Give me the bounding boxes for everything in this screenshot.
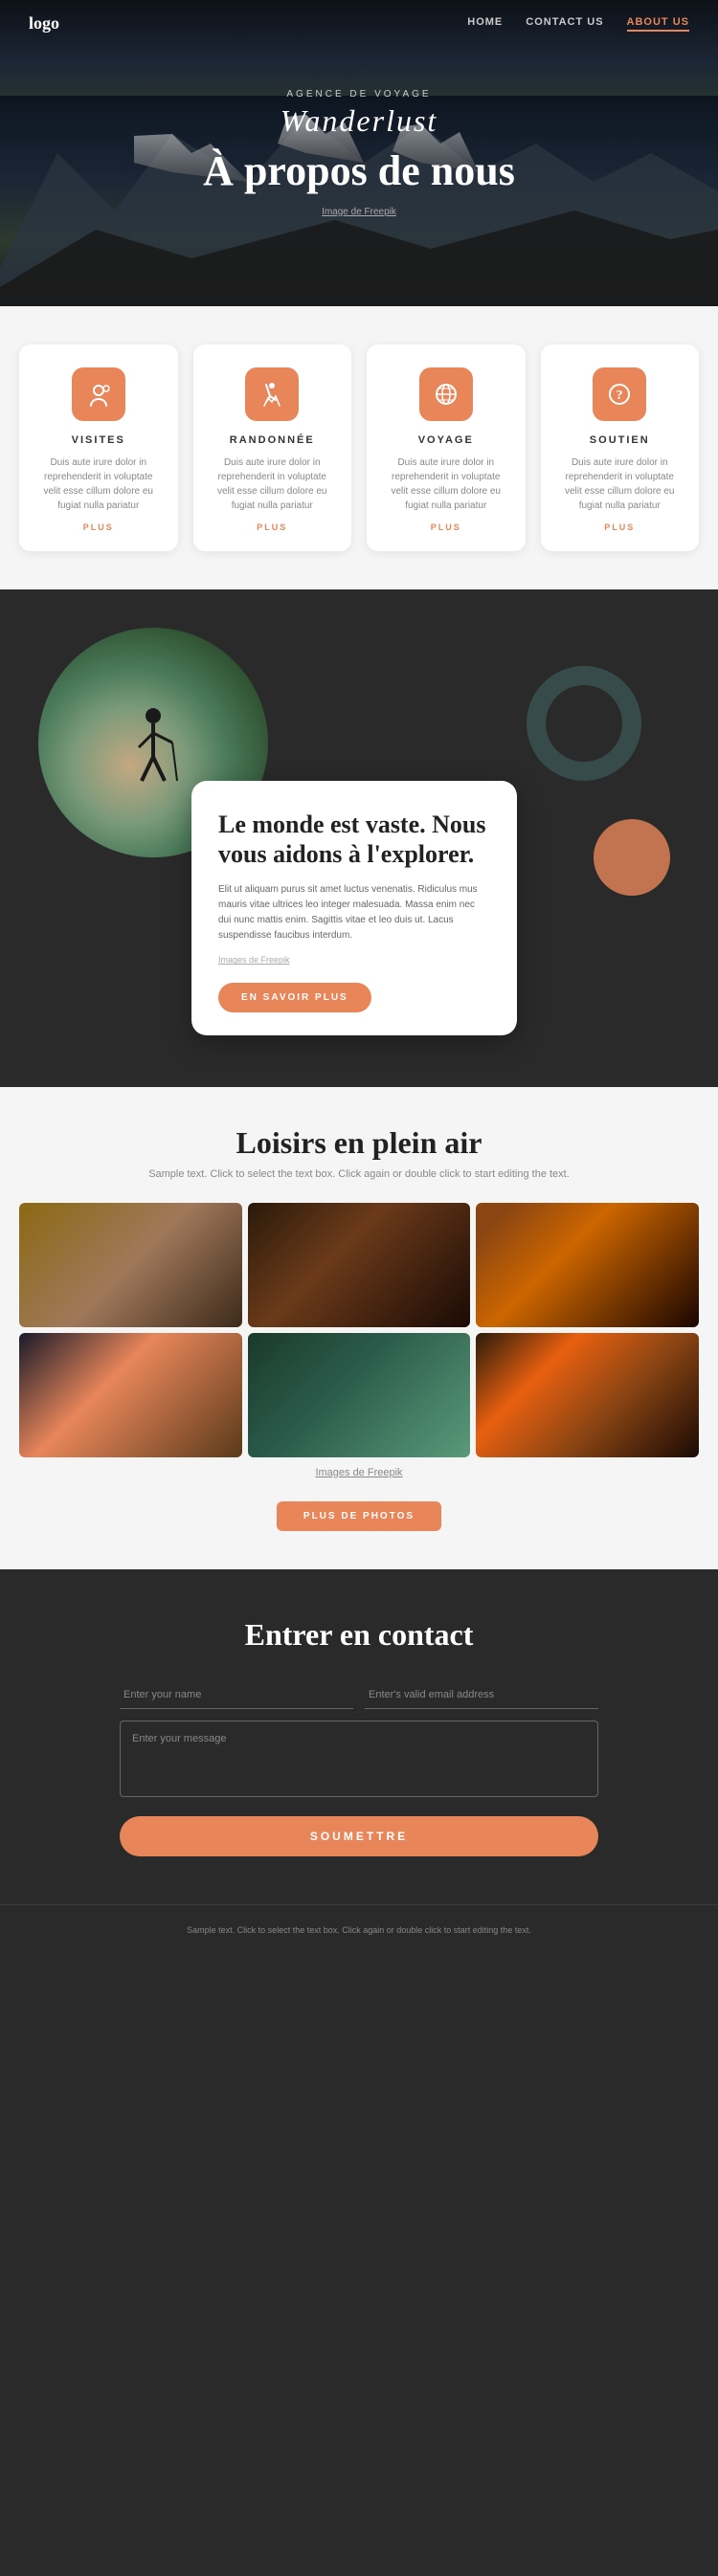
hero-agency-label: AGENCE DE VOYAGE	[203, 89, 515, 100]
submit-button[interactable]: SOUMETTRE	[120, 1816, 598, 1856]
card-randonnee-text: Duis aute irure dolor in reprehenderit i…	[209, 455, 337, 513]
card-soutien-link[interactable]: PLUS	[556, 522, 684, 532]
nav-about[interactable]: ABOUT US	[627, 16, 689, 32]
photo-6	[476, 1333, 699, 1457]
photo-2	[248, 1203, 471, 1327]
card-voyage-text: Duis aute irure dolor in reprehenderit i…	[382, 455, 510, 513]
nav-contact[interactable]: CONTACT US	[526, 16, 603, 32]
voyage-icon	[419, 367, 473, 421]
name-input[interactable]	[120, 1681, 353, 1709]
footer: Sample text. Click to select the text bo…	[0, 1904, 718, 1966]
card-visites-title: VISITES	[34, 434, 163, 446]
soutien-icon: ?	[593, 367, 646, 421]
photo-5	[248, 1333, 471, 1457]
card-voyage-title: VOYAGE	[382, 434, 510, 446]
contact-title: Entrer en contact	[29, 1617, 689, 1653]
card-voyage-link[interactable]: PLUS	[382, 522, 510, 532]
card-voyage: VOYAGE Duis aute irure dolor in reprehen…	[367, 344, 526, 551]
explore-card: Le monde est vaste. Nous vous aidons à l…	[191, 781, 517, 1035]
hero-title: À propos de nous	[203, 148, 515, 194]
deco-circle-outline	[527, 666, 641, 781]
contact-form: SOUMETTRE	[120, 1681, 598, 1856]
explore-title: Le monde est vaste. Nous vous aidons à l…	[218, 810, 490, 869]
form-row-names	[120, 1681, 598, 1709]
more-photos-button[interactable]: PLUS DE PHOTOS	[277, 1501, 441, 1531]
email-input[interactable]	[365, 1681, 598, 1709]
explore-inner: Le monde est vaste. Nous vous aidons à l…	[19, 628, 699, 1049]
deco-circle-filled	[594, 819, 670, 896]
cards-grid: VISITES Duis aute irure dolor in reprehe…	[19, 344, 699, 551]
card-soutien: ? SOUTIEN Duis aute irure dolor in repre…	[541, 344, 700, 551]
footer-text: Sample text. Click to select the text bo…	[29, 1924, 689, 1938]
loisirs-subtitle: Sample text. Click to select the text bo…	[19, 1168, 699, 1180]
card-visites-link[interactable]: PLUS	[34, 522, 163, 532]
card-randonnee: RANDONNÉE Duis aute irure dolor in repre…	[193, 344, 352, 551]
photo-3	[476, 1203, 699, 1327]
hero-brand: Wanderlust	[203, 103, 515, 139]
explore-body: Elit ut aliquam purus sit amet luctus ve…	[218, 882, 490, 944]
hero-content: AGENCE DE VOYAGE Wanderlust À propos de …	[203, 89, 515, 216]
contact-section: Entrer en contact SOUMETTRE	[0, 1569, 718, 1904]
card-soutien-title: SOUTIEN	[556, 434, 684, 446]
visites-icon	[72, 367, 125, 421]
photo-1	[19, 1203, 242, 1327]
svg-text:?: ?	[617, 389, 623, 403]
card-randonnee-title: RANDONNÉE	[209, 434, 337, 446]
explore-button[interactable]: EN SAVOIR PLUS	[218, 983, 371, 1012]
photo-grid-top	[19, 1203, 699, 1327]
explore-section: Le monde est vaste. Nous vous aidons à l…	[0, 589, 718, 1087]
nav-home[interactable]: HOME	[467, 16, 503, 32]
card-soutien-text: Duis aute irure dolor in reprehenderit i…	[556, 455, 684, 513]
card-visites-text: Duis aute irure dolor in reprehenderit i…	[34, 455, 163, 513]
hero-credit: Image de Freepik	[203, 207, 515, 217]
photo-4	[19, 1333, 242, 1457]
loisirs-credit: Images de Freepik	[19, 1467, 699, 1478]
explore-credit: Images de Freepik	[218, 953, 490, 966]
loisirs-section: Loisirs en plein air Sample text. Click …	[0, 1087, 718, 1569]
card-randonnee-link[interactable]: PLUS	[209, 522, 337, 532]
loisirs-title: Loisirs en plein air	[19, 1125, 699, 1161]
main-nav: logo HOME CONTACT US ABOUT US	[0, 0, 718, 47]
message-input[interactable]	[120, 1721, 598, 1797]
photo-grid-bottom	[19, 1333, 699, 1457]
logo: logo	[29, 13, 59, 33]
randonnee-icon	[245, 367, 299, 421]
card-visites: VISITES Duis aute irure dolor in reprehe…	[19, 344, 178, 551]
nav-links: HOME CONTACT US ABOUT US	[467, 16, 689, 32]
cards-section: VISITES Duis aute irure dolor in reprehe…	[0, 306, 718, 589]
